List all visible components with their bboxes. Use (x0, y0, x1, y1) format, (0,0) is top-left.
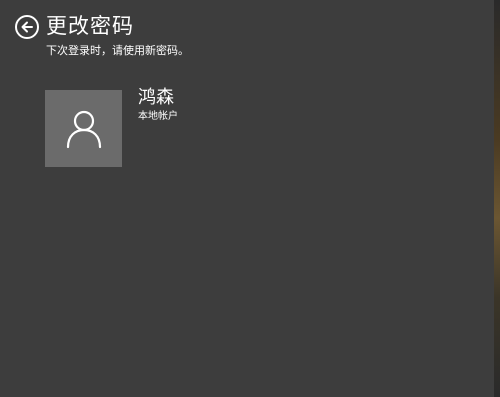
account-name: 鸿森 (138, 87, 174, 108)
change-password-panel: 更改密码 下次登录时，请使用新密码。 鸿森 本地帐户 (0, 0, 494, 397)
back-arrow-icon (21, 21, 33, 33)
page-title: 更改密码 (46, 14, 134, 38)
background-edge (494, 0, 500, 397)
avatar (45, 90, 122, 167)
back-button[interactable] (15, 15, 39, 39)
page-subtitle: 下次登录时，请使用新密码。 (46, 44, 189, 57)
user-icon (66, 110, 101, 148)
account-type: 本地帐户 (138, 111, 178, 122)
